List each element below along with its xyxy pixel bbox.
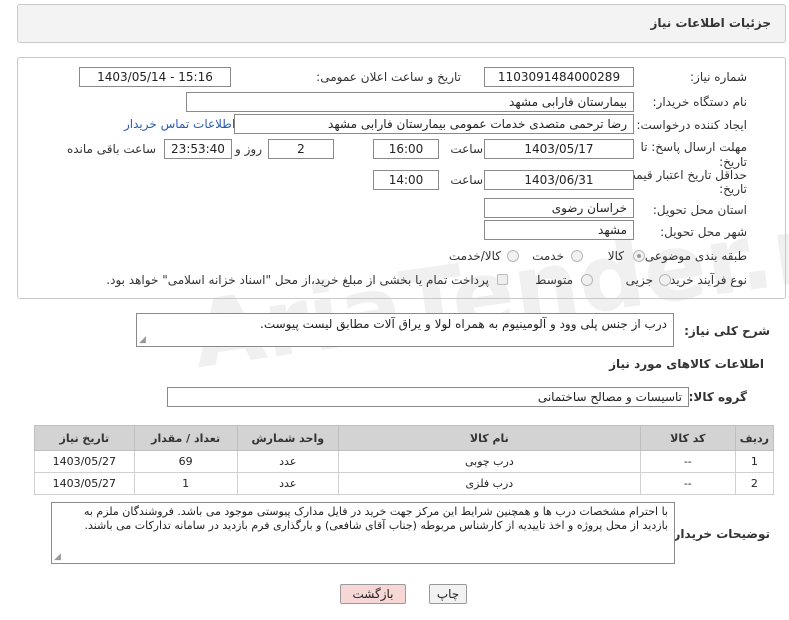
cell-date: 1403/05/27 — [34, 450, 135, 473]
purchase-radio-minor[interactable] — [659, 274, 671, 286]
description-textarea[interactable]: درب از جنس پلی وود و آلومینیوم به همراه … — [136, 313, 674, 347]
cell-qty: 1 — [133, 472, 238, 495]
goods-section-title: اطلاعات کالاهای مورد نیاز — [609, 357, 764, 371]
province-label: استان محل تحویل: — [652, 203, 747, 217]
cell-name: درب فلزی — [337, 472, 641, 495]
cell-name: درب چوبی — [337, 450, 641, 473]
cell-unit: عدد — [236, 450, 339, 473]
province-field: خراسان رضوی — [484, 198, 634, 218]
announce-field: 1403/05/14 - 15:16 — [79, 67, 231, 87]
goods-group-label: گروه کالا: — [688, 390, 747, 404]
days-label: روز و — [235, 142, 262, 156]
creator-field: رضا ترحمی متصدی خدمات عمومی بیمارستان فا… — [234, 114, 634, 134]
goods-table: ردیف کد کالا نام کالا واحد شمارش تعداد /… — [34, 425, 775, 495]
validity-date-field: 1403/06/31 — [484, 170, 634, 190]
description-label: شرح کلی نیاز: — [684, 324, 770, 338]
purchase-option-minor: جزیی — [625, 273, 653, 287]
page-title: جزئیات اطلاعات نیاز — [650, 16, 771, 30]
goods-table-header: ردیف کد کالا نام کالا واحد شمارش تعداد /… — [34, 425, 775, 451]
purchase-type-label: نوع فرآیند خرید : — [662, 273, 747, 287]
category-radio-goods[interactable] — [633, 250, 645, 262]
city-field: مشهد — [484, 220, 634, 240]
need-number-label: شماره نیاز: — [690, 70, 747, 84]
deadline-label-date: تاریخ: — [719, 155, 747, 169]
creator-label: ایجاد کننده درخواست: — [636, 118, 747, 132]
cell-unit: عدد — [236, 472, 339, 495]
validity-time-field: 14:00 — [373, 170, 439, 190]
time-remaining-field: 23:53:40 — [164, 139, 232, 159]
category-label: طبقه بندی موضوعی: — [640, 249, 747, 263]
buyer-notes-label: توضیحات خریدار: — [668, 527, 770, 541]
days-remaining-field: 2 — [268, 139, 334, 159]
need-number-field: 1103091484000289 — [484, 67, 634, 87]
buyer-notes-text: با احترام مشخصات درب ها و همچنین شرایط ا… — [83, 505, 668, 532]
cell-code: -- — [639, 472, 736, 495]
resize-grip-icon[interactable]: ◢ — [139, 335, 146, 345]
announce-label: تاریخ و ساعت اعلان عمومی: — [316, 70, 461, 84]
buyer-notes-textarea[interactable]: با احترام مشخصات درب ها و همچنین شرایط ا… — [51, 502, 675, 564]
col-date: تاریخ نیاز — [34, 425, 135, 451]
time-remaining-label: ساعت باقی مانده — [66, 142, 156, 156]
deadline-time-field: 16:00 — [373, 139, 439, 159]
resize-grip-icon[interactable]: ◢ — [54, 552, 61, 562]
goods-group-field: تاسیسات و مصالح ساختمانی — [167, 387, 689, 407]
cell-date: 1403/05/27 — [34, 472, 135, 495]
cell-row: 1 — [734, 450, 775, 473]
cell-row: 2 — [734, 472, 775, 495]
treasury-payment-note: پرداخت تمام یا بخشی از مبلغ خرید،از محل … — [106, 273, 489, 287]
deadline-date-field: 1403/05/17 — [484, 139, 634, 159]
print-button[interactable]: چاپ — [429, 584, 467, 604]
buyer-org-field: بیمارستان فارابی مشهد — [186, 92, 634, 112]
city-label: شهر محل تحویل: — [660, 225, 747, 239]
page-header: جزئیات اطلاعات نیاز — [17, 4, 786, 43]
col-row: ردیف — [734, 425, 775, 451]
category-option-both: کالا/خدمت — [448, 249, 501, 263]
buyer-org-label: نام دستگاه خریدار: — [652, 95, 748, 109]
col-code: کد کالا — [639, 425, 736, 451]
table-row: 2 -- درب فلزی عدد 1 1403/05/27 — [34, 472, 775, 495]
deadline-label: مهلت ارسال پاسخ: تا — [640, 140, 747, 154]
purchase-radio-medium[interactable] — [581, 274, 593, 286]
cell-qty: 69 — [133, 450, 238, 473]
contact-info-link[interactable]: اطلاعات تماس خریدار — [124, 117, 235, 131]
description-text: درب از جنس پلی وود و آلومینیوم به همراه … — [260, 317, 667, 331]
category-option-service: خدمت — [532, 249, 564, 263]
category-radio-service[interactable] — [571, 250, 583, 262]
table-row: 1 -- درب چوبی عدد 69 1403/05/27 — [34, 450, 775, 473]
validity-time-label: ساعت — [450, 173, 483, 187]
deadline-time-label: ساعت — [450, 142, 483, 156]
col-qty: تعداد / مقدار — [133, 425, 238, 451]
cell-code: -- — [639, 450, 736, 473]
category-option-goods: کالا — [607, 249, 624, 263]
category-radio-both[interactable] — [507, 250, 519, 262]
col-name: نام کالا — [337, 425, 641, 451]
treasury-payment-checkbox[interactable] — [497, 274, 508, 285]
purchase-option-medium: متوسط — [535, 273, 573, 287]
back-button[interactable]: بازگشت — [340, 584, 406, 604]
col-unit: واحد شمارش — [236, 425, 339, 451]
validity-label-date: تاریخ: — [719, 182, 747, 196]
